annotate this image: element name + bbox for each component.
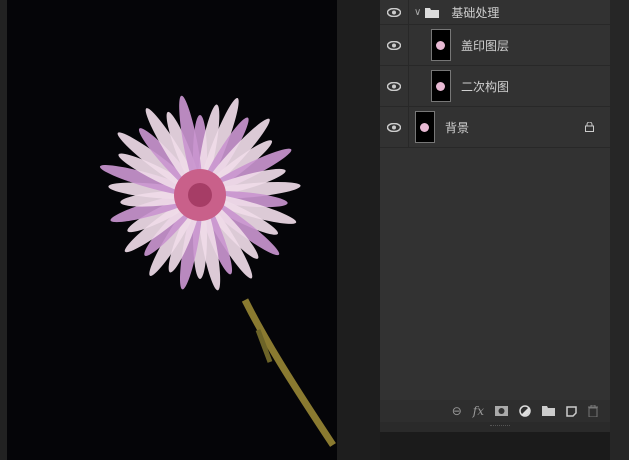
layer-row-group[interactable]: ∨ 基础处理 — [380, 0, 610, 25]
layer-thumbnail — [431, 29, 451, 61]
workspace-gap — [337, 0, 380, 460]
layer-name: 二次构图 — [461, 79, 510, 94]
layer-name: 盖印图层 — [461, 38, 510, 53]
layer-name: 基础处理 — [451, 5, 500, 20]
chevron-down-icon[interactable]: ∨ — [414, 7, 421, 18]
panel-resize-handle[interactable] — [380, 422, 610, 432]
eye-icon[interactable] — [380, 25, 409, 65]
trash-icon[interactable] — [588, 405, 598, 417]
new-layer-icon[interactable] — [566, 405, 577, 417]
eye-icon[interactable] — [380, 107, 409, 147]
lock-icon — [585, 122, 594, 132]
layer-thumbnail — [415, 111, 435, 143]
panel-dock-edge — [610, 0, 629, 460]
folder-icon — [425, 7, 440, 18]
mask-icon[interactable] — [495, 406, 508, 416]
eye-icon[interactable] — [380, 0, 409, 24]
layers-panel: ∨ 基础处理 盖印图层 二次构图 背景 ⊖ fx — [380, 0, 610, 432]
layer-name: 背景 — [445, 120, 470, 135]
fx-icon[interactable]: fx — [473, 404, 484, 418]
link-icon[interactable]: ⊖ — [452, 404, 462, 418]
folder-icon[interactable] — [542, 406, 555, 416]
layer-row[interactable]: 二次构图 — [380, 66, 610, 107]
layers-toolbar: ⊖ fx — [380, 400, 610, 422]
document-canvas[interactable] — [0, 0, 337, 460]
adjustment-icon[interactable] — [519, 405, 531, 417]
flower-image — [99, 95, 336, 447]
eye-icon[interactable] — [380, 66, 409, 106]
layer-thumbnail — [431, 70, 451, 102]
layer-row[interactable]: 背景 — [380, 107, 610, 148]
layer-row[interactable]: 盖印图层 — [380, 25, 610, 66]
